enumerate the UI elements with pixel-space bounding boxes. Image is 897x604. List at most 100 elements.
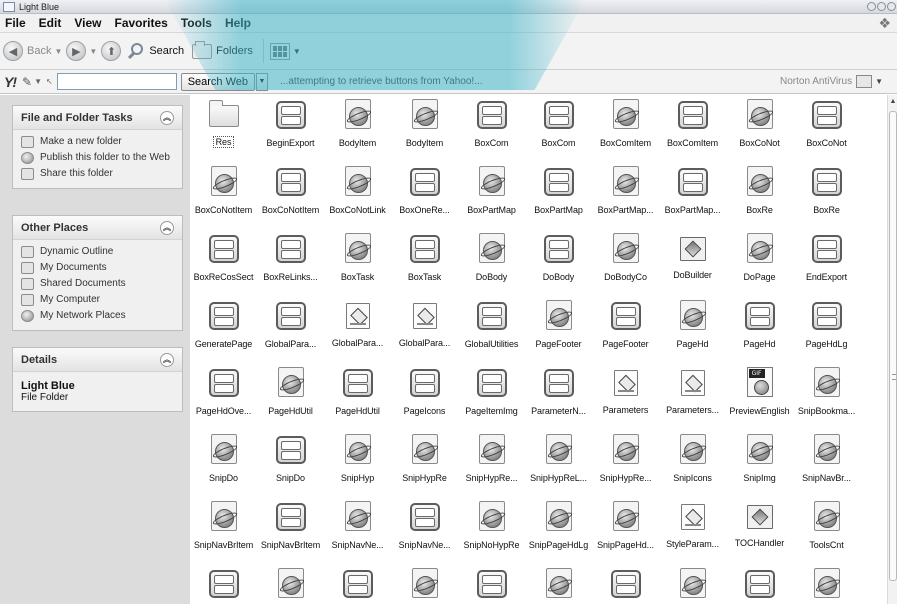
place-my-documents[interactable]: My Documents [13,260,182,276]
file-item[interactable]: GlobalPara... [324,298,391,365]
menu-file[interactable]: File [0,16,34,30]
task-publish-folder[interactable]: Publish this folder to the Web [13,150,182,166]
search-web-dropdown[interactable]: ▼ [256,72,269,91]
file-item[interactable]: ToolsLgGro... [793,566,860,604]
file-item[interactable]: ToolsLg [726,566,793,604]
details-header[interactable]: Details ︽ [13,348,182,372]
file-item[interactable]: PageFooter [525,298,592,365]
file-item[interactable]: PageHd [726,298,793,365]
file-item[interactable]: ToolsCnt [793,499,860,566]
up-folder-button[interactable]: ⬆ [101,41,122,61]
menu-edit[interactable]: Edit [34,16,70,30]
file-item[interactable]: TOCHandler [726,499,793,566]
file-item[interactable]: BoxCoNot [793,97,860,164]
file-item[interactable]: PageItemImg [458,365,525,432]
file-item[interactable]: SnipNavNe... [324,499,391,566]
file-item[interactable]: SnipNavBrItem [257,499,324,566]
file-item[interactable]: BoxCom [525,97,592,164]
file-item[interactable]: SnipDo [190,432,257,499]
file-item[interactable]: ToolsCntOut [458,566,525,604]
search-button[interactable]: Search [125,42,184,60]
file-item[interactable]: SnipHypReL... [525,432,592,499]
file-item[interactable]: BoxComItem [659,97,726,164]
file-item[interactable]: BoxCoNotItem [190,164,257,231]
file-item[interactable]: SnipDo [257,432,324,499]
file-item[interactable]: DoBuilder [659,231,726,298]
other-places-header[interactable]: Other Places ︽ [13,216,182,240]
vertical-scrollbar[interactable]: ▲ [887,95,897,604]
file-item[interactable]: GlobalUtilities [458,298,525,365]
file-item[interactable]: SnipHypRe [391,432,458,499]
file-item[interactable]: PageHd [659,298,726,365]
file-item[interactable]: SnipNavNe... [391,499,458,566]
back-button[interactable]: ◀ Back ▼ [3,41,62,61]
file-item[interactable]: ToolsLg [659,566,726,604]
yahoo-logo-icon[interactable]: Y! [4,74,17,90]
file-item[interactable]: BoxTask [391,231,458,298]
search-web-button[interactable]: Search Web [180,72,256,91]
close-button[interactable] [887,2,896,11]
collapse-icon[interactable]: ︽ [160,352,174,367]
menu-help[interactable]: Help [220,16,259,30]
file-item[interactable]: ToolsCntOut [391,566,458,604]
file-item[interactable]: DoPage [726,231,793,298]
menu-favorites[interactable]: Favorites [109,16,175,30]
file-item[interactable]: ToolsCnt [190,566,257,604]
file-item[interactable]: SnipNavBr... [793,432,860,499]
file-item[interactable]: BodyItem [324,97,391,164]
file-item[interactable]: BoxCoNot [726,97,793,164]
chevron-down-icon[interactable]: ▼ [89,47,97,56]
file-item[interactable]: PageHdUtil [257,365,324,432]
scroll-up-icon[interactable]: ▲ [888,95,897,107]
folders-button[interactable]: Folders [192,40,253,59]
file-item[interactable]: SnipNoHypRe [458,499,525,566]
file-item[interactable]: ToolsCntAbout [324,566,391,604]
file-item[interactable]: BoxOneRe... [391,164,458,231]
file-item[interactable]: SnipImg [726,432,793,499]
chevron-down-icon[interactable]: ▼ [34,77,42,86]
file-item[interactable]: BeginExport [257,97,324,164]
file-item[interactable]: SnipBookma... [793,365,860,432]
file-item[interactable]: SnipNavBrItem [190,499,257,566]
file-item[interactable]: SnipIcons [659,432,726,499]
task-make-new-folder[interactable]: Make a new folder [13,134,182,150]
file-item[interactable]: ToolsCntOu... [592,566,659,604]
menu-tools[interactable]: Tools [176,16,220,30]
norton-icon[interactable] [856,75,873,88]
file-item[interactable]: BoxPartMap [458,164,525,231]
file-item[interactable]: SnipHypRe... [592,432,659,499]
file-item[interactable]: BoxCoNotLink [324,164,391,231]
file-item[interactable]: PageHdLg [793,298,860,365]
norton-antivirus-label[interactable]: Norton AntiVirus [780,76,852,87]
minimize-button[interactable] [867,2,876,11]
file-item[interactable]: BoxReCosSect [190,231,257,298]
file-item[interactable]: DoBodyCo [592,231,659,298]
chevron-down-icon[interactable]: ▼ [54,47,62,56]
file-item[interactable]: ParameterN... [525,365,592,432]
file-item[interactable]: SnipHypRe... [458,432,525,499]
file-item[interactable]: EndExport [793,231,860,298]
file-item[interactable]: PageHdUtil [324,365,391,432]
menu-view[interactable]: View [69,16,109,30]
file-item[interactable]: PageIcons [391,365,458,432]
file-item[interactable]: BoxComItem [592,97,659,164]
maximize-button[interactable] [877,2,886,11]
file-item[interactable]: BoxReLinks... [257,231,324,298]
file-item[interactable]: GlobalPara... [257,298,324,365]
file-item[interactable]: BoxCoNotItem [257,164,324,231]
file-item[interactable]: BoxRe [793,164,860,231]
place-my-computer[interactable]: My Computer [13,292,182,308]
file-item[interactable]: ToolsCntOu... [525,566,592,604]
file-item[interactable]: GlobalPara... [391,298,458,365]
file-item[interactable]: StyleParam... [659,499,726,566]
collapse-icon[interactable]: ︽ [160,110,174,125]
scroll-thumb[interactable] [889,111,897,581]
task-share-folder[interactable]: Share this folder [13,166,182,182]
file-item[interactable]: BoxCom [458,97,525,164]
file-item[interactable]: BoxPartMap [525,164,592,231]
file-item[interactable]: PageHdOve... [190,365,257,432]
file-item[interactable]: SnipPageHd... [592,499,659,566]
file-item[interactable]: BoxPartMap... [659,164,726,231]
file-item[interactable]: BoxTask [324,231,391,298]
place-dynamic-outline[interactable]: Dynamic Outline [13,244,182,260]
